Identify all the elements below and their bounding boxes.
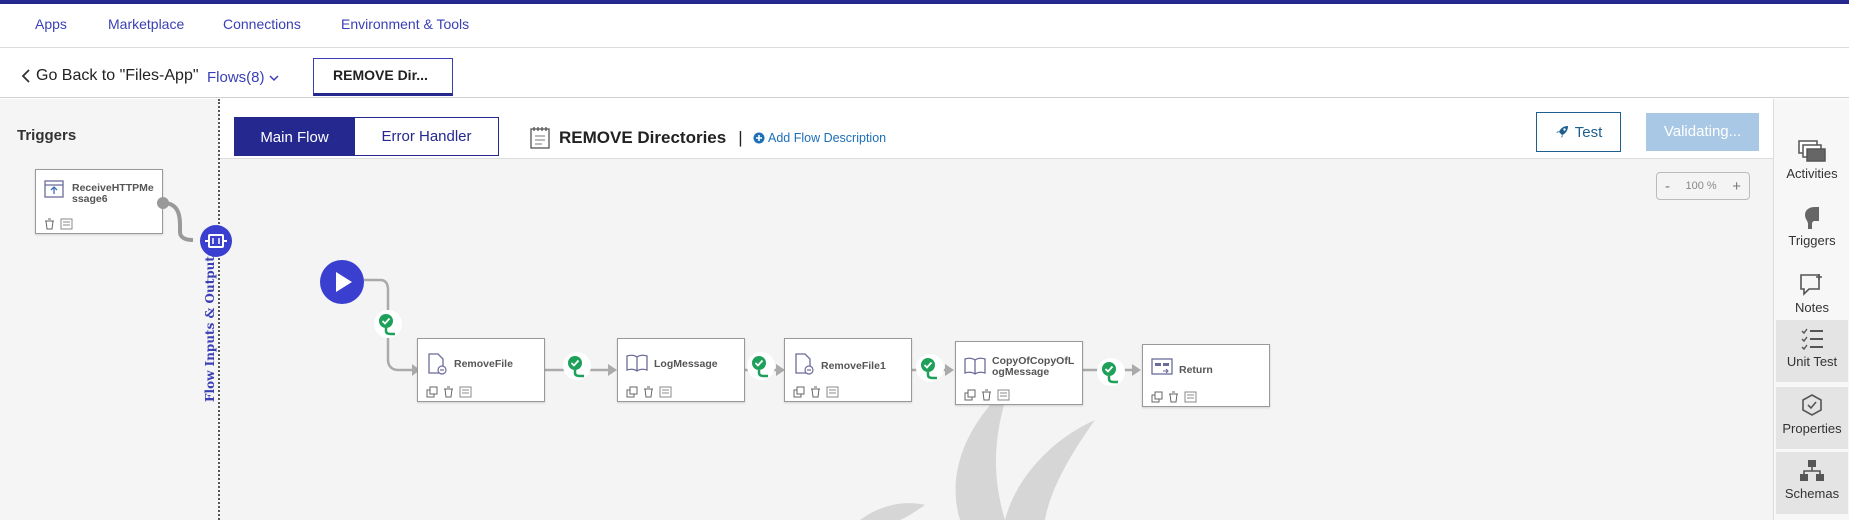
copy-icon[interactable] xyxy=(426,386,438,398)
activity-card-return[interactable]: Return xyxy=(1142,344,1270,407)
properties-icon xyxy=(1802,394,1822,416)
trash-icon[interactable] xyxy=(810,386,821,398)
book-icon xyxy=(626,354,648,372)
trash-icon[interactable] xyxy=(1168,391,1179,403)
add-flow-description-link[interactable]: Add Flow Description xyxy=(753,131,886,145)
activity-name: LogMessage xyxy=(654,358,718,370)
success-check-icon[interactable] xyxy=(915,353,945,383)
flow-connections xyxy=(157,197,1141,520)
copy-icon[interactable] xyxy=(964,389,976,401)
test-button[interactable]: Test xyxy=(1536,112,1621,152)
zoom-control: - 100 % + xyxy=(1656,172,1750,200)
trigger-handle xyxy=(157,197,169,209)
start-play-icon[interactable] xyxy=(319,259,365,305)
activity-card-logmessage[interactable]: LogMessage xyxy=(617,338,745,402)
flow-title-group: REMOVE Directories | xyxy=(529,126,743,150)
sidebar-label-unit-test: Unit Test xyxy=(1786,354,1838,369)
copy-icon[interactable] xyxy=(626,386,638,398)
flow-notepad-icon xyxy=(530,127,550,149)
activity-name-line2: ogMessage xyxy=(992,366,1050,378)
flow-io-label[interactable]: Flow Inputs & Outputs xyxy=(203,249,227,402)
trash-icon[interactable] xyxy=(981,389,992,401)
activity-card-removefile[interactable]: RemoveFile xyxy=(417,338,545,402)
flow-io-label-text: Flow Inputs & Outputs xyxy=(203,249,217,402)
flow-title: REMOVE Directories xyxy=(559,128,727,147)
success-check-icon[interactable] xyxy=(373,309,403,339)
trigger-connector xyxy=(162,201,194,242)
sidebar-item-unit-test[interactable]: Unit Test xyxy=(1776,320,1848,382)
success-check-icon[interactable] xyxy=(1096,357,1126,387)
activity-actions xyxy=(964,389,1010,401)
main-flow-tab[interactable]: Main Flow xyxy=(234,117,355,156)
mapper-icon[interactable] xyxy=(826,386,839,398)
error-handler-tab[interactable]: Error Handler xyxy=(354,117,499,156)
validating-button[interactable]: Validating... xyxy=(1646,113,1759,151)
activities-icon xyxy=(1798,140,1826,162)
activity-name: CopyOfCopyOfL ogMessage xyxy=(992,356,1074,378)
sidebar-label-triggers: Triggers xyxy=(1788,233,1836,248)
test-button-label: Test xyxy=(1574,123,1603,141)
mapper-icon[interactable] xyxy=(659,386,672,398)
flow-io-handle-icon[interactable] xyxy=(199,224,233,258)
unit-test-icon xyxy=(1801,328,1823,351)
activity-card-removefile1[interactable]: RemoveFile1 xyxy=(784,338,912,402)
add-flow-description-label: Add Flow Description xyxy=(768,131,887,145)
activity-actions xyxy=(626,386,672,398)
sidebar-item-properties[interactable]: Properties xyxy=(1776,387,1848,449)
activity-card-copyofcopyoflogmessage[interactable]: CopyOfCopyOfL ogMessage xyxy=(955,341,1083,405)
watermark-bird-icon xyxy=(860,385,1095,520)
zoom-out-button[interactable]: - xyxy=(1665,178,1670,195)
success-check-icon[interactable] xyxy=(562,351,592,381)
activity-actions xyxy=(793,386,839,398)
mapper-icon[interactable] xyxy=(459,386,472,398)
trash-icon[interactable] xyxy=(643,386,654,398)
sidebar-item-triggers[interactable]: Triggers xyxy=(1776,199,1848,261)
sidebar-label-schemas: Schemas xyxy=(1784,486,1840,501)
sidebar-item-schemas[interactable]: Schemas xyxy=(1776,452,1848,514)
activity-name: RemoveFile1 xyxy=(821,360,886,372)
sidebar-item-notes[interactable]: Notes xyxy=(1776,266,1848,328)
notes-icon xyxy=(1800,274,1822,296)
zoom-level: 100 % xyxy=(1685,180,1717,192)
triggers-icon xyxy=(1805,207,1819,229)
schemas-icon xyxy=(1800,460,1824,481)
activity-name: RemoveFile xyxy=(454,358,513,370)
file-remove-icon xyxy=(795,353,814,375)
trash-icon[interactable] xyxy=(443,386,454,398)
zoom-in-button[interactable]: + xyxy=(1732,178,1741,195)
activity-actions xyxy=(1151,391,1197,403)
activity-actions xyxy=(426,386,472,398)
success-check-icon[interactable] xyxy=(746,351,776,381)
rocket-icon xyxy=(1555,126,1568,138)
sidebar-item-activities[interactable]: Activities xyxy=(1776,132,1848,194)
file-remove-icon xyxy=(428,353,447,375)
plus-circle-icon xyxy=(753,132,765,144)
sidebar-label-notes: Notes xyxy=(1795,300,1829,315)
copy-icon[interactable] xyxy=(1151,391,1163,403)
book-icon xyxy=(964,357,986,375)
copy-icon[interactable] xyxy=(793,386,805,398)
sidebar-label-activities: Activities xyxy=(1786,166,1838,181)
sidebar-label-properties: Properties xyxy=(1782,421,1842,436)
return-icon xyxy=(1151,358,1173,375)
title-separator: | xyxy=(738,128,743,147)
mapper-icon[interactable] xyxy=(1184,391,1197,403)
activity-name: Return xyxy=(1179,364,1213,376)
mapper-icon[interactable] xyxy=(997,389,1010,401)
